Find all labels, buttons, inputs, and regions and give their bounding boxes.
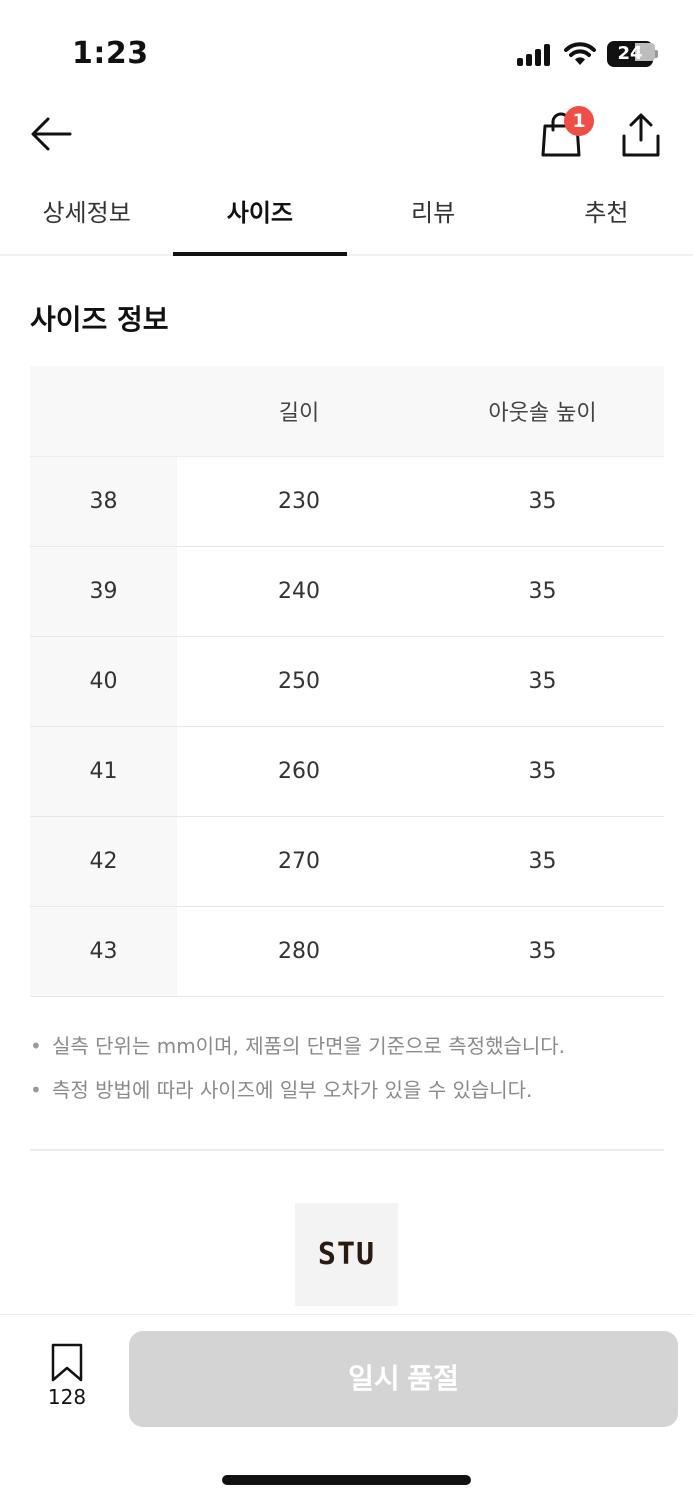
tab-reviews[interactable]: 리뷰	[347, 180, 520, 254]
outsole-cell: 35	[421, 726, 664, 817]
wifi-icon	[563, 40, 597, 68]
length-cell: 260	[177, 726, 421, 817]
table-row: 43 280 35	[30, 906, 664, 997]
size-cell: 39	[30, 546, 177, 637]
home-indicator	[222, 1475, 471, 1485]
size-cell: 38	[30, 456, 177, 547]
table-header-row: 길이 아웃솔 높이	[30, 366, 664, 457]
table-row: 41 260 35	[30, 726, 664, 817]
note-text: 실측 단위는 mm이며, 제품의 단면을 기준으로 측정했습니다.	[52, 1034, 566, 1058]
header-outsole-height: 아웃솔 높이	[421, 366, 664, 457]
bookmark-count: 128	[47, 1385, 87, 1409]
soldout-button[interactable]: 일시 품절	[129, 1331, 678, 1427]
length-cell: 230	[177, 456, 421, 547]
size-cell: 41	[30, 726, 177, 817]
length-cell: 240	[177, 546, 421, 637]
size-cell: 42	[30, 816, 177, 907]
section-title: 사이즈 정보	[30, 303, 169, 336]
bullet: •	[30, 1078, 42, 1102]
signal-icon	[517, 44, 553, 66]
note-item: • 실측 단위는 mm이며, 제품의 단면을 기준으로 측정했습니다.	[30, 1024, 664, 1068]
table-row: 42 270 35	[30, 816, 664, 907]
size-cell: 40	[30, 636, 177, 727]
tab-size[interactable]: 사이즈	[173, 180, 347, 256]
bullet: •	[30, 1034, 42, 1058]
note-item: • 측정 방법에 따라 사이즈에 일부 오차가 있을 수 있습니다.	[30, 1068, 664, 1112]
status-bar: 1:23 24	[0, 0, 693, 100]
note-text: 측정 방법에 따라 사이즈에 일부 오차가 있을 수 있습니다.	[52, 1078, 533, 1102]
size-cell: 43	[30, 906, 177, 997]
table-row: 39 240 35	[30, 546, 664, 637]
tab-details[interactable]: 상세정보	[0, 180, 173, 254]
brand-logo[interactable]: STU	[295, 1203, 398, 1306]
tab-recommend[interactable]: 추천	[520, 180, 693, 254]
outsole-cell: 35	[421, 906, 664, 997]
brand-logo-text: STU	[317, 1237, 376, 1272]
length-cell: 250	[177, 636, 421, 727]
size-notes: • 실측 단위는 mm이며, 제품의 단면을 기준으로 측정했습니다. • 측정 방…	[30, 1024, 664, 1112]
section-divider	[30, 1149, 664, 1151]
length-cell: 280	[177, 906, 421, 997]
back-arrow-icon	[31, 117, 72, 151]
table-row: 38 230 35	[30, 456, 664, 547]
table-row: 40 250 35	[30, 636, 664, 727]
back-button[interactable]	[28, 112, 76, 156]
bottom-action-bar: 128 일시 품절	[0, 1314, 693, 1500]
outsole-cell: 35	[421, 546, 664, 637]
share-button[interactable]	[620, 110, 662, 160]
bookmark-icon	[51, 1343, 83, 1382]
bookmark-button[interactable]: 128	[36, 1343, 98, 1413]
outsole-cell: 35	[421, 816, 664, 907]
outsole-cell: 35	[421, 636, 664, 727]
outsole-cell: 35	[421, 456, 664, 547]
header-length: 길이	[177, 366, 421, 457]
size-table: 길이 아웃솔 높이 38 230 35 39 240 35 40 250 35 …	[30, 366, 664, 997]
length-cell: 270	[177, 816, 421, 907]
tab-bar: 상세정보 사이즈 리뷰 추천	[0, 180, 693, 256]
share-icon	[622, 113, 660, 157]
battery-level: 24	[617, 43, 643, 64]
battery-icon: 24	[607, 41, 658, 67]
status-time: 1:23	[72, 36, 149, 71]
cart-count-badge: 1	[564, 106, 594, 136]
header-size	[30, 366, 177, 457]
